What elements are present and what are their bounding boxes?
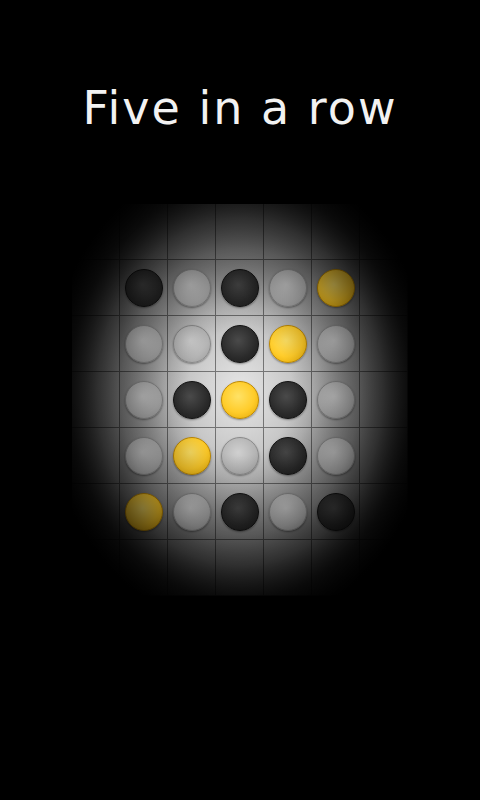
board-cell[interactable] <box>312 428 360 484</box>
board-cell[interactable] <box>120 484 168 540</box>
board-cell[interactable] <box>168 372 216 428</box>
board-cell <box>360 372 408 428</box>
board-cell[interactable] <box>216 260 264 316</box>
empty-stone[interactable] <box>317 381 355 419</box>
board-cell[interactable] <box>120 428 168 484</box>
empty-stone[interactable] <box>125 437 163 475</box>
board-cell <box>120 540 168 596</box>
board-cell[interactable] <box>120 260 168 316</box>
board-cell <box>360 316 408 372</box>
board-cell[interactable] <box>168 428 216 484</box>
board-cell <box>360 428 408 484</box>
board-cell[interactable] <box>312 316 360 372</box>
board-cell <box>216 540 264 596</box>
empty-stone[interactable] <box>173 325 211 363</box>
black-stone[interactable] <box>317 493 355 531</box>
black-stone[interactable] <box>221 325 259 363</box>
board-cell <box>312 540 360 596</box>
black-stone[interactable] <box>269 381 307 419</box>
board-cell[interactable] <box>216 428 264 484</box>
empty-stone[interactable] <box>125 325 163 363</box>
empty-stone[interactable] <box>317 325 355 363</box>
board-cell[interactable] <box>216 484 264 540</box>
board-cell[interactable] <box>120 372 168 428</box>
board-cell <box>168 540 216 596</box>
board-cell[interactable] <box>312 260 360 316</box>
black-stone[interactable] <box>221 269 259 307</box>
black-stone[interactable] <box>269 437 307 475</box>
board-cell[interactable] <box>216 372 264 428</box>
board-cell[interactable] <box>264 260 312 316</box>
board-cell <box>360 540 408 596</box>
empty-stone[interactable] <box>173 269 211 307</box>
game-board <box>72 204 408 596</box>
yellow-stone[interactable] <box>317 269 355 307</box>
board-cell <box>72 540 120 596</box>
board-cell[interactable] <box>120 316 168 372</box>
yellow-stone[interactable] <box>173 437 211 475</box>
board-cell <box>312 204 360 260</box>
board-cell[interactable] <box>168 316 216 372</box>
board-cell <box>216 204 264 260</box>
game-title: Five in a row <box>82 78 397 138</box>
board-cell <box>168 204 216 260</box>
board-cell <box>264 540 312 596</box>
game-screen: Five in a row <box>0 0 480 800</box>
board-cell[interactable] <box>264 428 312 484</box>
board-cell[interactable] <box>312 372 360 428</box>
yellow-stone[interactable] <box>125 493 163 531</box>
board-cell[interactable] <box>168 484 216 540</box>
board-cell[interactable] <box>264 372 312 428</box>
empty-stone[interactable] <box>125 381 163 419</box>
board-cell <box>360 484 408 540</box>
board-cell <box>72 260 120 316</box>
board-cell <box>264 204 312 260</box>
board-cell <box>72 204 120 260</box>
board-cell <box>72 316 120 372</box>
board-grid <box>72 204 408 596</box>
board-cell[interactable] <box>168 260 216 316</box>
empty-stone[interactable] <box>269 493 307 531</box>
yellow-stone[interactable] <box>269 325 307 363</box>
empty-stone[interactable] <box>269 269 307 307</box>
empty-stone[interactable] <box>317 437 355 475</box>
board-cell[interactable] <box>312 484 360 540</box>
black-stone[interactable] <box>221 493 259 531</box>
yellow-stone[interactable] <box>221 381 259 419</box>
spotlight-vignette <box>72 204 408 596</box>
empty-stone[interactable] <box>173 493 211 531</box>
board-cell[interactable] <box>216 316 264 372</box>
black-stone[interactable] <box>125 269 163 307</box>
board-cell <box>72 428 120 484</box>
black-stone[interactable] <box>173 381 211 419</box>
empty-stone[interactable] <box>221 437 259 475</box>
board-cell <box>360 204 408 260</box>
board-cell <box>120 204 168 260</box>
board-cell[interactable] <box>264 484 312 540</box>
board-cell <box>360 260 408 316</box>
board-cell <box>72 372 120 428</box>
board-cell <box>72 484 120 540</box>
board-cell[interactable] <box>264 316 312 372</box>
